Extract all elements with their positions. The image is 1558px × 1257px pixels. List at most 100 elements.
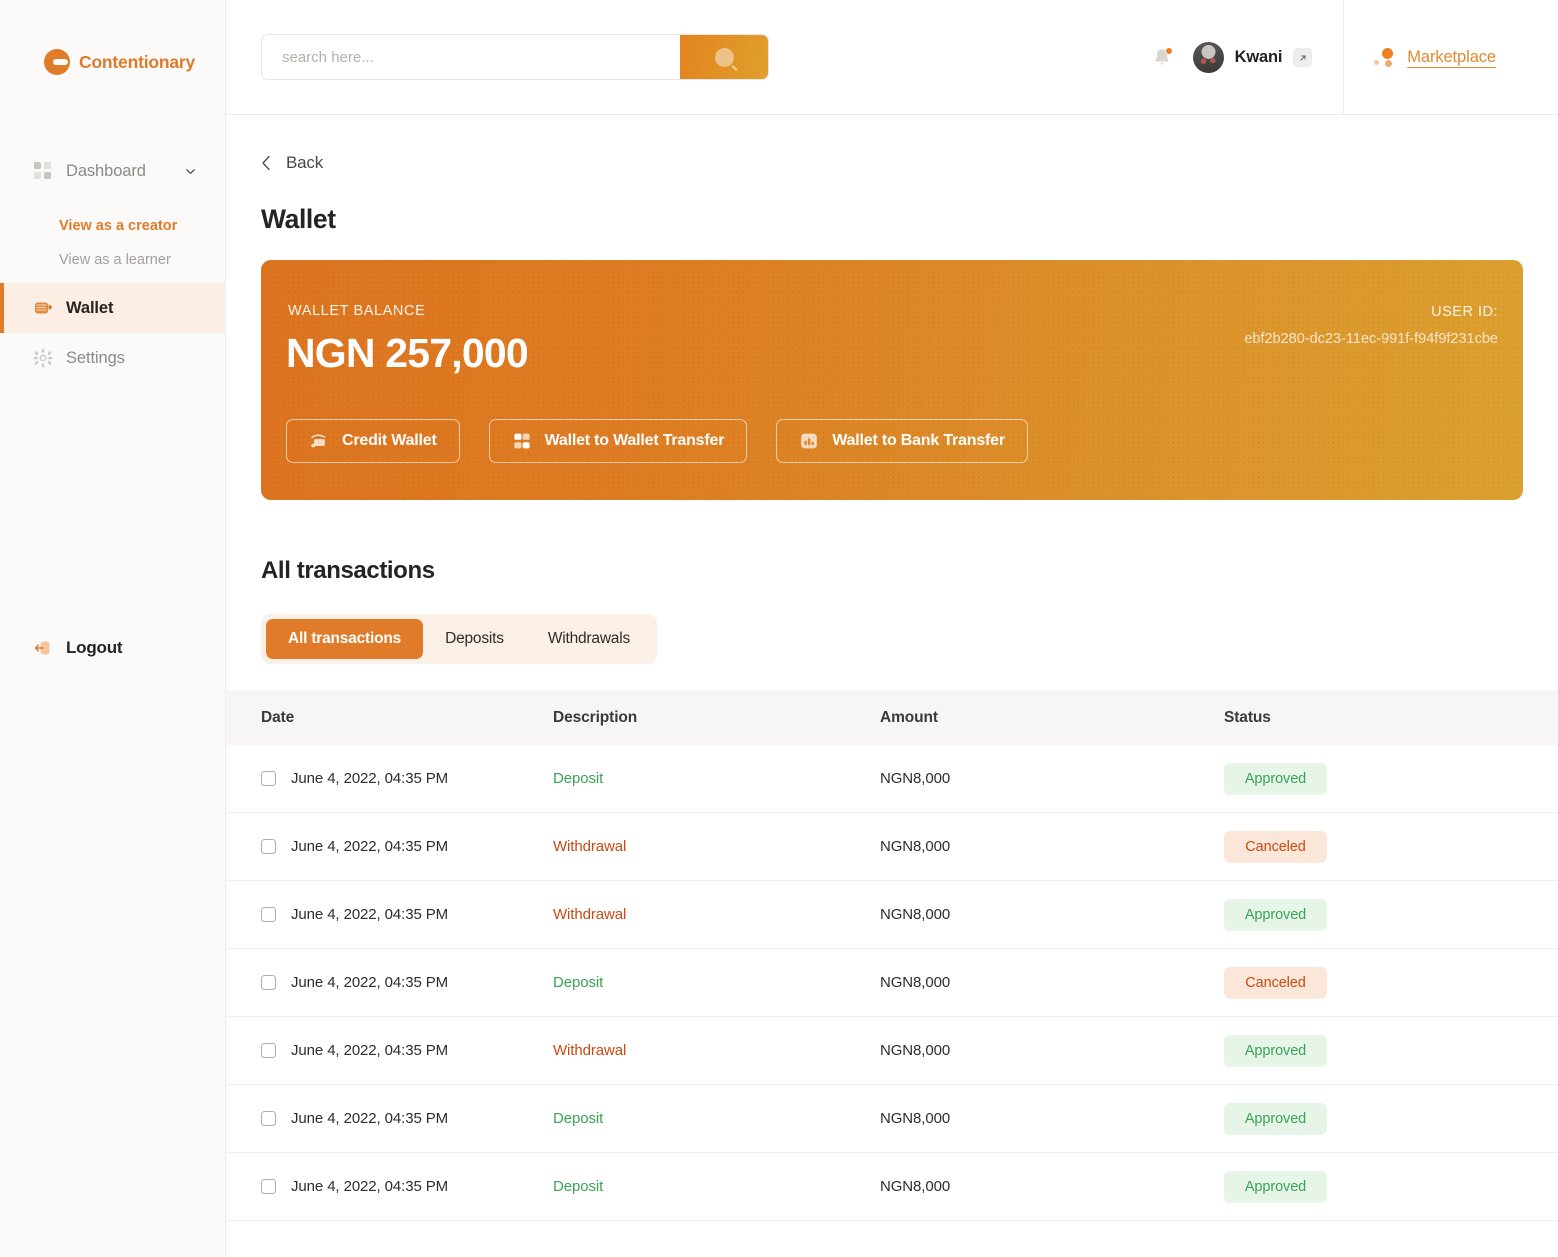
wallet-to-wallet-transfer-button[interactable]: Wallet to Wallet Transfer bbox=[488, 419, 748, 463]
table-row[interactable]: June 4, 2022, 04:35 PM Withdrawal NGN8,000… bbox=[226, 1017, 1558, 1085]
table-row[interactable]: June 4, 2022, 04:35 PM Deposit NGN8,000 App… bbox=[226, 1085, 1558, 1153]
row-checkbox[interactable] bbox=[261, 1043, 276, 1058]
chevron-down-icon[interactable] bbox=[184, 165, 197, 178]
table-row[interactable]: June 4, 2022, 04:35 PM Withdrawal NGN8,000… bbox=[226, 881, 1558, 949]
credit-wallet-label: Credit Wallet bbox=[342, 432, 437, 449]
user-menu[interactable]: Kwani bbox=[1192, 42, 1313, 73]
marketplace-link[interactable]: Marketplace bbox=[1407, 48, 1496, 67]
gear-icon bbox=[33, 348, 53, 368]
transaction-date: June 4, 2022, 04:35 PM bbox=[291, 1178, 449, 1195]
sidebar-item-settings[interactable]: Settings bbox=[0, 333, 225, 383]
status-badge: Approved bbox=[1224, 1102, 1327, 1135]
sidebar-item-settings-label: Settings bbox=[66, 348, 125, 367]
table-body: June 4, 2022, 04:35 PM Deposit NGN8,000 App… bbox=[226, 745, 1558, 1221]
wallet-actions: Credit Wallet Wallet to Wallet Transfer bbox=[286, 419, 1028, 463]
sidebar: Contentionary Dashboard View as a creato… bbox=[0, 0, 226, 1257]
wallet-to-bank-transfer-button[interactable]: Wallet to Bank Transfer bbox=[776, 419, 1028, 463]
transaction-amount: NGN8,000 bbox=[880, 1177, 951, 1195]
column-header-description: Description bbox=[553, 708, 638, 726]
notifications-button[interactable] bbox=[1152, 46, 1173, 69]
wallet-to-bank-transfer-label: Wallet to Bank Transfer bbox=[832, 432, 1005, 449]
transactions-heading: All transactions bbox=[261, 557, 435, 584]
row-checkbox[interactable] bbox=[261, 771, 276, 786]
transaction-amount: NGN8,000 bbox=[880, 905, 951, 923]
sidebar-item-view-as-creator[interactable]: View as a creator bbox=[0, 209, 225, 243]
sidebar-item-view-as-learner[interactable]: View as a learner bbox=[0, 243, 225, 277]
search-button[interactable] bbox=[680, 35, 768, 79]
sidebar-item-dashboard-label: Dashboard bbox=[66, 161, 146, 180]
logout-label: Logout bbox=[66, 638, 123, 657]
notification-badge bbox=[1164, 46, 1173, 55]
marketplace-link-group[interactable]: Marketplace bbox=[1344, 0, 1558, 115]
status-badge: Canceled bbox=[1224, 830, 1327, 863]
column-header-amount: Amount bbox=[880, 708, 938, 726]
transaction-date: June 4, 2022, 04:35 PM bbox=[291, 838, 449, 855]
row-checkbox[interactable] bbox=[261, 975, 276, 990]
credit-wallet-icon bbox=[311, 434, 326, 448]
avatar bbox=[1192, 42, 1224, 73]
search-bar bbox=[261, 34, 769, 80]
table-row[interactable]: June 4, 2022, 04:35 PM Withdrawal NGN8,000… bbox=[226, 813, 1558, 881]
back-label: Back bbox=[286, 153, 323, 172]
column-header-date: Date bbox=[261, 708, 295, 726]
topbar-right: Kwani Marketplace bbox=[1152, 0, 1558, 115]
sidebar-item-wallet[interactable]: Wallet bbox=[0, 283, 225, 333]
status-badge: Approved bbox=[1224, 1170, 1327, 1203]
external-link-icon[interactable] bbox=[1293, 48, 1313, 67]
wallet-balance-card: WALLET BALANCE NGN 257,000 USER ID: ebf2… bbox=[261, 260, 1523, 500]
status-badge: Approved bbox=[1224, 762, 1327, 795]
status-badge: Approved bbox=[1224, 898, 1327, 931]
main-content: Kwani Marketplace bbox=[226, 0, 1558, 1257]
back-button[interactable]: Back bbox=[261, 153, 323, 173]
brand-name: Contentionary bbox=[79, 51, 196, 72]
user-name: Kwani bbox=[1234, 48, 1283, 66]
transaction-date: June 4, 2022, 04:35 PM bbox=[291, 906, 449, 923]
transaction-amount: NGN8,000 bbox=[880, 837, 951, 855]
user-zone: Kwani bbox=[1152, 0, 1345, 115]
page-title: Wallet bbox=[261, 204, 336, 234]
transaction-description: Deposit bbox=[553, 769, 604, 787]
tab-all-transactions[interactable]: All transactions bbox=[266, 619, 424, 659]
sidebar-item-dashboard[interactable]: Dashboard bbox=[0, 146, 225, 196]
transaction-amount: NGN8,000 bbox=[880, 769, 951, 787]
credit-wallet-button[interactable]: Credit Wallet bbox=[286, 419, 460, 463]
transaction-date: June 4, 2022, 04:35 PM bbox=[291, 1110, 449, 1127]
brand-logo[interactable]: Contentionary bbox=[0, 0, 225, 75]
row-checkbox[interactable] bbox=[261, 839, 276, 854]
column-header-status: Status bbox=[1224, 708, 1271, 726]
sidebar-item-wallet-label: Wallet bbox=[66, 298, 114, 317]
table-row[interactable]: June 4, 2022, 04:35 PM Deposit NGN8,000 App… bbox=[226, 1153, 1558, 1221]
row-checkbox[interactable] bbox=[261, 907, 276, 922]
transaction-description: Withdrawal bbox=[553, 1041, 627, 1059]
row-checkbox[interactable] bbox=[261, 1111, 276, 1126]
grid-squares-icon bbox=[34, 162, 51, 179]
transaction-amount: NGN8,000 bbox=[880, 1041, 951, 1059]
transaction-description: Withdrawal bbox=[553, 905, 627, 923]
logout-icon bbox=[34, 641, 50, 655]
search-input[interactable] bbox=[262, 35, 680, 79]
content-area: Back Wallet WALLET BALANCE NGN 257,000 U… bbox=[226, 153, 1558, 1221]
table-row[interactable]: June 4, 2022, 04:35 PM Deposit NGN8,000 Can… bbox=[226, 949, 1558, 1017]
topbar: Kwani Marketplace bbox=[226, 0, 1558, 115]
wallet-icon bbox=[35, 302, 53, 314]
user-id-value: ebf2b280-dc23-11ec-991f-f94f9f231cbe bbox=[1244, 331, 1498, 347]
tab-deposits[interactable]: Deposits bbox=[423, 619, 526, 659]
status-badge: Approved bbox=[1224, 1034, 1327, 1067]
transaction-date: June 4, 2022, 04:35 PM bbox=[291, 974, 449, 991]
chevron-left-icon bbox=[262, 155, 270, 171]
wallet-transfer-icon bbox=[514, 433, 530, 449]
user-id-label: USER ID: bbox=[1431, 304, 1498, 320]
dashboard-subnav: View as a creator View as a learner bbox=[0, 196, 225, 283]
transaction-description: Withdrawal bbox=[553, 837, 627, 855]
table-row[interactable]: June 4, 2022, 04:35 PM Deposit NGN8,000 App… bbox=[226, 745, 1558, 813]
transaction-amount: NGN8,000 bbox=[880, 1109, 951, 1127]
status-badge: Canceled bbox=[1224, 966, 1327, 999]
table-header-row: Date Description Amount Status bbox=[226, 690, 1558, 745]
wallet-to-wallet-transfer-label: Wallet to Wallet Transfer bbox=[544, 432, 725, 449]
search-icon bbox=[714, 47, 734, 67]
wallet-balance-label: WALLET BALANCE bbox=[288, 303, 426, 319]
logout-button[interactable]: Logout bbox=[0, 638, 123, 658]
transaction-date: June 4, 2022, 04:35 PM bbox=[291, 770, 449, 787]
row-checkbox[interactable] bbox=[261, 1179, 276, 1194]
tab-withdrawals[interactable]: Withdrawals bbox=[526, 619, 652, 659]
